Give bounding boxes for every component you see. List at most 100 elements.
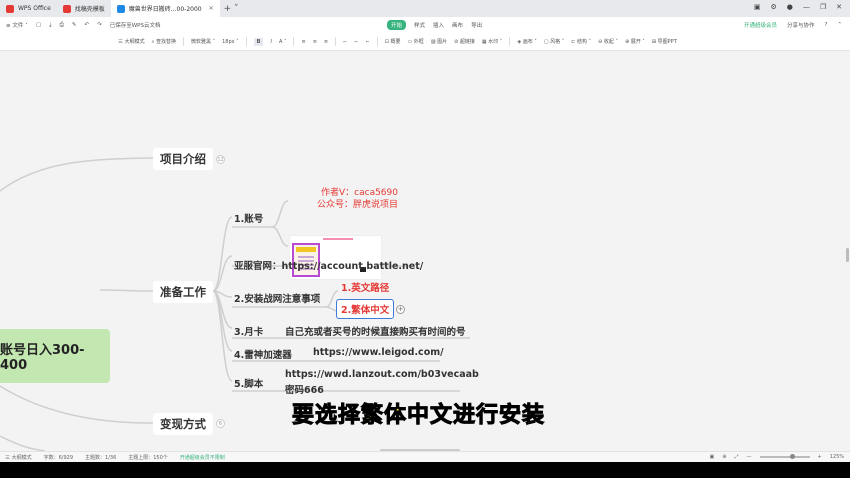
video-subtitle: 要选择繁体中文进行安装 xyxy=(291,403,546,429)
align-center-button[interactable]: ≡ xyxy=(313,39,317,45)
settings-icon[interactable]: ⚙ xyxy=(770,3,776,11)
watermark-public: 公众号：胖虎说项目 xyxy=(317,200,399,210)
align-right-button[interactable]: ≡ xyxy=(324,39,328,45)
mindmap-ppt-button[interactable]: ⊞ 导图PPT xyxy=(652,38,677,45)
format-painter-icon[interactable]: ✎ xyxy=(72,22,77,28)
save-icon[interactable]: ⤓ xyxy=(49,22,51,29)
redo-icon[interactable]: ↷ xyxy=(97,22,102,28)
add-topic-icon[interactable]: + xyxy=(396,305,405,314)
topic-script-url[interactable]: https://wwd.lanzout.com/b03vecaab xyxy=(285,369,479,380)
tab-label: 找稿壳模板 xyxy=(74,6,105,13)
hyperlink-button[interactable]: ⊘ 超链接 xyxy=(454,38,475,45)
maximize-button[interactable]: ❐ xyxy=(820,3,826,11)
topic-script[interactable]: 5.脚本 xyxy=(234,376,263,390)
divider xyxy=(245,37,247,46)
mindmap-doc-icon xyxy=(116,4,125,13)
fold-count-badge[interactable]: 12 xyxy=(216,155,225,164)
find-replace-button[interactable]: ⌕ 查找替换 xyxy=(152,38,176,45)
image-button[interactable]: ▨ 图片 xyxy=(431,38,447,45)
collapse-button[interactable]: ⊖ 收起 ˅ xyxy=(598,38,618,45)
tab-wps-office[interactable]: WPS Office xyxy=(0,0,57,17)
avatar[interactable]: ● xyxy=(787,3,793,11)
template-icon xyxy=(62,4,71,13)
topic-project-intro[interactable]: 项目介绍 xyxy=(153,148,213,170)
image-decoration xyxy=(323,238,353,240)
divider xyxy=(376,37,378,46)
menu-style[interactable]: 样式 xyxy=(414,21,425,29)
outline-mode-toggle[interactable]: 三 大纲模式 xyxy=(5,454,32,461)
collapse-ribbon-icon[interactable]: ⌃ xyxy=(837,22,842,28)
help-icon[interactable]: ? xyxy=(824,22,827,28)
watermark-button[interactable]: ▦ 水印 ˅ xyxy=(482,38,502,45)
topic-english-path[interactable]: 1.英文路径 xyxy=(341,280,389,294)
layout-icon[interactable]: ▣ xyxy=(754,3,761,11)
new-tab-button[interactable]: + ˅ xyxy=(220,4,243,14)
topic-monetization[interactable]: 变现方式 xyxy=(153,413,213,435)
topic-script-password[interactable]: 密码666 xyxy=(285,382,324,396)
upgrade-link[interactable]: 开通超级会员 xyxy=(744,21,777,29)
fit-screen-icon[interactable]: ▣ xyxy=(710,454,715,460)
topic-count: 主题数：1/36 xyxy=(85,454,117,461)
topic-traditional-chinese[interactable]: 2.繁体中文 xyxy=(336,299,395,319)
upgrade-link[interactable]: 开通超级会员不限制 xyxy=(180,454,225,461)
italic-button[interactable]: I xyxy=(270,39,271,45)
wps-logo-icon xyxy=(6,4,14,13)
divider xyxy=(182,37,184,46)
structure-button[interactable]: ⊏ 结构 ˅ xyxy=(571,38,591,45)
topic-accelerator-url[interactable]: https://www.leigod.com/ xyxy=(313,347,444,358)
menu-insert[interactable]: 插入 xyxy=(433,21,444,29)
divider xyxy=(293,37,295,46)
mindmap-canvas[interactable]: 账号日入300-400 项目介绍 12 准备工作 变现方式 6 1.账号 作者V… xyxy=(0,51,850,451)
summary-button[interactable]: ⊡ 概要 xyxy=(385,38,401,45)
topic-asia-site[interactable]: 亚服官网：https://account.battle.net/ xyxy=(234,258,423,272)
tab-label: WPS Office xyxy=(18,5,51,12)
print-icon[interactable]: ⎙ xyxy=(60,22,64,29)
topic-month-card[interactable]: 3.月卡 xyxy=(234,324,263,338)
fullscreen-icon[interactable]: ⤢ xyxy=(734,454,738,460)
font-size-select[interactable]: 18px ˅ xyxy=(222,39,239,45)
zoom-level: 125% xyxy=(829,454,844,460)
tab-mindmap-doc[interactable]: 魔兽世界日搬砖...00-2000 ✕ xyxy=(110,0,220,17)
topic-preparation[interactable]: 准备工作 xyxy=(153,281,213,303)
zoom-slider[interactable] xyxy=(759,454,810,459)
menu-export[interactable]: 导出 xyxy=(471,21,482,29)
tab-template[interactable]: 找稿壳模板 xyxy=(57,0,111,17)
bold-button[interactable]: B xyxy=(253,37,264,46)
theme-button[interactable]: ▢ 风格 ˅ xyxy=(544,38,564,45)
align-left-button[interactable]: ≡ xyxy=(301,39,305,45)
root-topic[interactable]: 账号日入300-400 xyxy=(0,329,110,383)
fold-count-badge[interactable]: 6 xyxy=(216,419,225,428)
topic-account[interactable]: 1.账号 xyxy=(234,211,263,225)
outline-mode-button[interactable]: 三 大纲模式 xyxy=(118,38,145,45)
tab-bar: WPS Office 找稿壳模板 魔兽世界日搬砖...00-2000 ✕ + ˅… xyxy=(0,0,850,17)
file-menu[interactable]: ≡ 文件 ˅ xyxy=(6,21,28,29)
font-family-select[interactable]: 微软雅黑 ˅ xyxy=(191,38,215,45)
child-topic-button[interactable]: ⌐ xyxy=(343,39,347,45)
minimize-button[interactable]: — xyxy=(803,3,810,11)
menu-bar: ≡ 文件 ˅ ▢ ⤓ ⎙ ✎ ↶ ↷ 已保存至WPS云文档 开始 样式 插入 画… xyxy=(0,17,850,33)
zoom-in-icon[interactable]: + xyxy=(818,454,822,460)
share-button[interactable]: 分享与协作 xyxy=(787,21,815,29)
close-icon[interactable]: ✕ xyxy=(209,5,214,12)
canvas-button[interactable]: ◈ 画布 ˅ xyxy=(517,38,537,45)
topic-month-card-note[interactable]: 自己充或者买号的时候直接购买有时间的号 xyxy=(285,324,466,338)
open-icon[interactable]: ▢ xyxy=(36,22,41,28)
parent-topic-button[interactable]: ⌐ xyxy=(366,39,370,45)
vertical-scrollbar[interactable] xyxy=(846,248,849,262)
close-window-button[interactable]: ✕ xyxy=(836,3,842,11)
save-status: 已保存至WPS云文档 xyxy=(109,23,161,29)
frame-button[interactable]: ▭ 外框 xyxy=(407,38,423,45)
tab-label: 魔兽世界日搬砖...00-2000 xyxy=(128,6,202,13)
topic-limit: 主题上限：150个 xyxy=(128,454,168,461)
menu-canvas[interactable]: 画布 xyxy=(452,21,463,29)
expand-button[interactable]: ⊕ 展开 ˅ xyxy=(625,38,645,45)
menu-start[interactable]: 开始 xyxy=(387,20,407,30)
topic-accelerator[interactable]: 4.雷神加速器 xyxy=(234,347,292,361)
font-color-button[interactable]: A ˅ xyxy=(279,39,287,45)
undo-icon[interactable]: ↶ xyxy=(85,22,90,28)
sibling-topic-button[interactable]: ⌐ xyxy=(354,39,358,45)
topic-install-notes[interactable]: 2.安装战网注意事项 xyxy=(234,291,320,305)
zoom-out-icon[interactable]: — xyxy=(747,454,752,460)
connector-lines xyxy=(0,157,470,451)
locate-icon[interactable]: ⊕ xyxy=(722,454,726,460)
